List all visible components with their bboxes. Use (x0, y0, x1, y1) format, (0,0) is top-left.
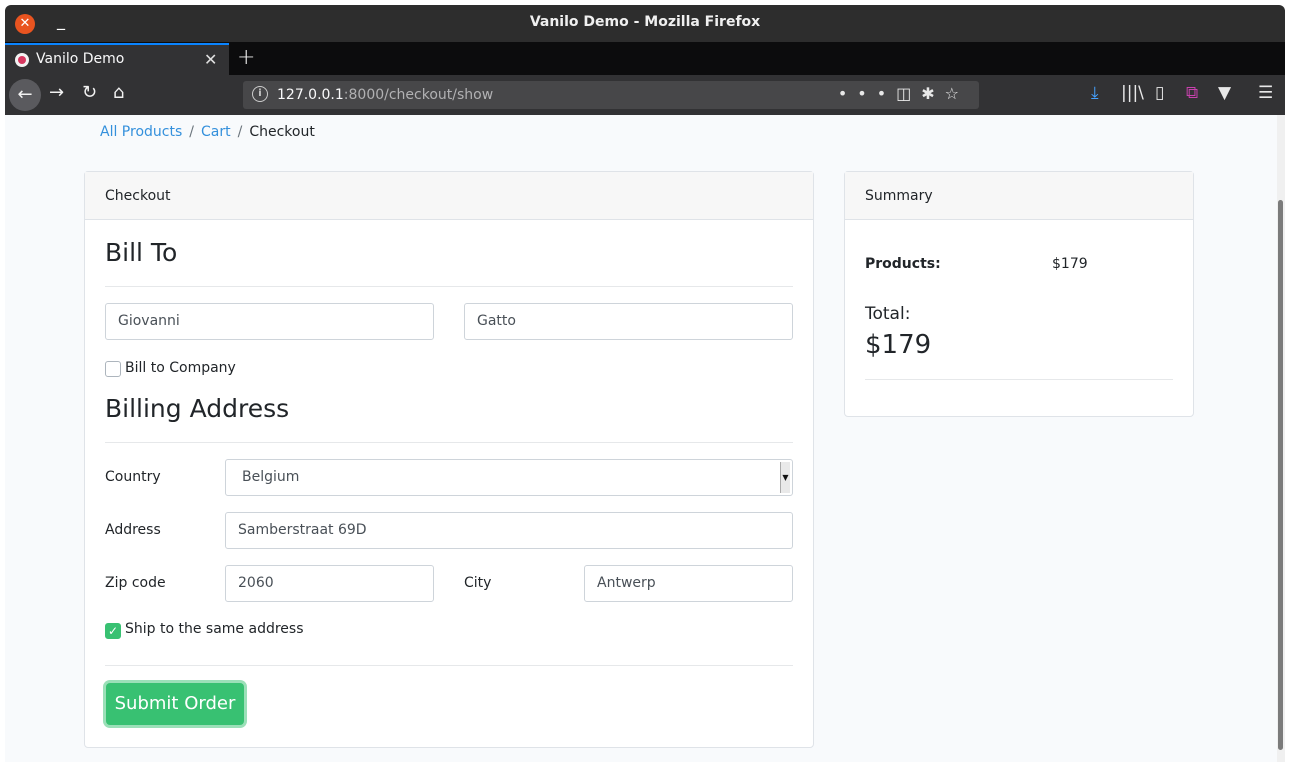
total-label: Total: (865, 304, 911, 324)
home-icon[interactable]: ⌂ (113, 82, 124, 103)
scrollbar-thumb[interactable] (1278, 200, 1283, 750)
bill-to-company-label: Bill to Company (125, 360, 236, 376)
url-action-icons: •••◫✱☆ (838, 84, 969, 103)
tab-title: Vanilo Demo (36, 51, 125, 67)
breadcrumb: All Products / Cart / Checkout (100, 124, 315, 140)
page-viewport: All Products / Cart / Checkout Checkout Bill… (5, 115, 1285, 762)
last-name-input[interactable]: Gatto (464, 303, 793, 340)
url-text[interactable]: 127.0.0.1:8000/checkout/show (277, 87, 493, 103)
hamburger-menu-icon[interactable]: ☰ (1258, 83, 1273, 103)
address-input[interactable]: Samberstraat 69D (225, 512, 793, 549)
url-host: 127.0.0.1 (277, 87, 344, 103)
country-label: Country (105, 469, 161, 485)
divider (105, 442, 793, 443)
divider (105, 665, 793, 666)
divider (865, 379, 1173, 380)
breadcrumb-all-products[interactable]: All Products (100, 124, 182, 140)
url-bar[interactable]: i 127.0.0.1:8000/checkout/show •••◫✱☆ (243, 81, 979, 109)
page-actions-icon[interactable]: ••• (838, 84, 896, 103)
total-value: $179 (865, 330, 932, 360)
city-input[interactable]: Antwerp (584, 565, 793, 602)
summary-card-header: Summary (845, 172, 1193, 220)
pocket-icon[interactable]: ◫ (896, 84, 921, 103)
containers-icon[interactable]: ⧉ (1186, 83, 1198, 103)
window-title: Vanilo Demo - Mozilla Firefox (529, 14, 761, 30)
country-select[interactable]: Belgium ▼ (225, 459, 793, 496)
checkout-card-header: Checkout (85, 172, 813, 220)
checkout-card: Checkout Bill To Giovanni Gatto Bill to … (84, 171, 814, 748)
bug-icon[interactable]: ✱ (921, 84, 944, 103)
dropdown-arrow-icon[interactable]: ▼ (780, 462, 790, 493)
ship-same-address-label: Ship to the same address (125, 621, 304, 637)
zip-code-input[interactable]: 2060 (225, 565, 434, 602)
ship-same-address-checkbox[interactable]: ✓ (105, 623, 121, 639)
downloads-icon[interactable]: ⤓ (1091, 83, 1099, 103)
reload-icon[interactable]: ↻ (82, 82, 97, 103)
browser-tab[interactable]: Vanilo Demo ✕ (5, 43, 229, 75)
bookmark-star-icon[interactable]: ☆ (945, 84, 969, 103)
address-label: Address (105, 522, 161, 538)
new-tab-icon[interactable]: + (237, 45, 255, 70)
submit-order-button[interactable]: Submit Order (106, 683, 244, 725)
billing-address-heading: Billing Address (105, 394, 290, 423)
breadcrumb-separator: / (237, 124, 243, 140)
country-selected-value: Belgium (242, 469, 300, 485)
tab-bar: Vanilo Demo ✕ + (5, 42, 1285, 75)
close-tab-icon[interactable]: ✕ (204, 50, 217, 69)
products-value: $179 (1052, 256, 1088, 272)
library-icon[interactable]: |||\ (1121, 83, 1144, 103)
breadcrumb-cart[interactable]: Cart (201, 124, 231, 140)
back-arrow-icon[interactable]: ← (9, 79, 41, 111)
extension-v-icon[interactable]: ▼ (1218, 83, 1231, 103)
favicon-icon (15, 53, 29, 67)
breadcrumb-separator: / (189, 124, 194, 140)
sidebar-icon[interactable]: ▯ (1155, 83, 1164, 103)
bill-to-company-checkbox[interactable] (105, 361, 121, 377)
window-titlebar: ✕ _ Vanilo Demo - Mozilla Firefox (5, 5, 1285, 42)
city-label: City (464, 575, 492, 591)
navigation-toolbar: ← → ↻ ⌂ i 127.0.0.1:8000/checkout/show •… (5, 75, 1285, 115)
zip-code-label: Zip code (105, 575, 166, 591)
breadcrumb-checkout: Checkout (249, 124, 315, 140)
first-name-input[interactable]: Giovanni (105, 303, 434, 340)
summary-card: Summary Products: $179 Total: $179 (844, 171, 1194, 417)
bill-to-heading: Bill To (105, 238, 178, 267)
forward-arrow-icon[interactable]: → (49, 82, 64, 103)
products-label: Products: (865, 256, 941, 272)
site-info-icon[interactable]: i (252, 86, 268, 102)
divider (105, 286, 793, 287)
url-path: :8000/checkout/show (343, 87, 494, 103)
